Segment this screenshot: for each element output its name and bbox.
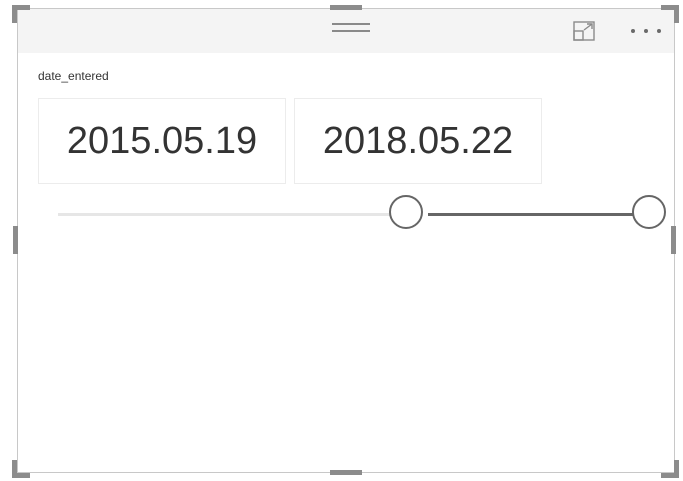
date-slicer-visual[interactable]: date_entered 2015.05.19 2018.05.22	[17, 8, 675, 473]
resize-handle-bottom[interactable]	[330, 470, 362, 475]
drag-handle-icon[interactable]	[332, 23, 370, 39]
slider-selected-range	[428, 213, 648, 216]
start-date-input[interactable]: 2015.05.19	[38, 98, 286, 184]
resize-handle-top[interactable]	[330, 5, 362, 10]
more-options-icon[interactable]	[629, 21, 665, 41]
focus-mode-icon[interactable]	[573, 21, 595, 41]
slider-start-handle[interactable]	[389, 195, 423, 229]
resize-corner-bottom-left[interactable]	[12, 460, 30, 478]
resize-handle-right[interactable]	[671, 226, 676, 254]
resize-corner-bottom-right[interactable]	[661, 460, 679, 478]
slider-track[interactable]	[58, 213, 418, 216]
date-range-slider[interactable]	[48, 193, 678, 237]
resize-handle-left[interactable]	[13, 226, 18, 254]
visual-header	[18, 9, 674, 53]
end-date-input[interactable]: 2018.05.22	[294, 98, 542, 184]
slicer-field-label: date_entered	[38, 69, 109, 83]
slider-end-handle[interactable]	[632, 195, 666, 229]
resize-corner-top-right[interactable]	[661, 5, 679, 23]
resize-corner-top-left[interactable]	[12, 5, 30, 23]
